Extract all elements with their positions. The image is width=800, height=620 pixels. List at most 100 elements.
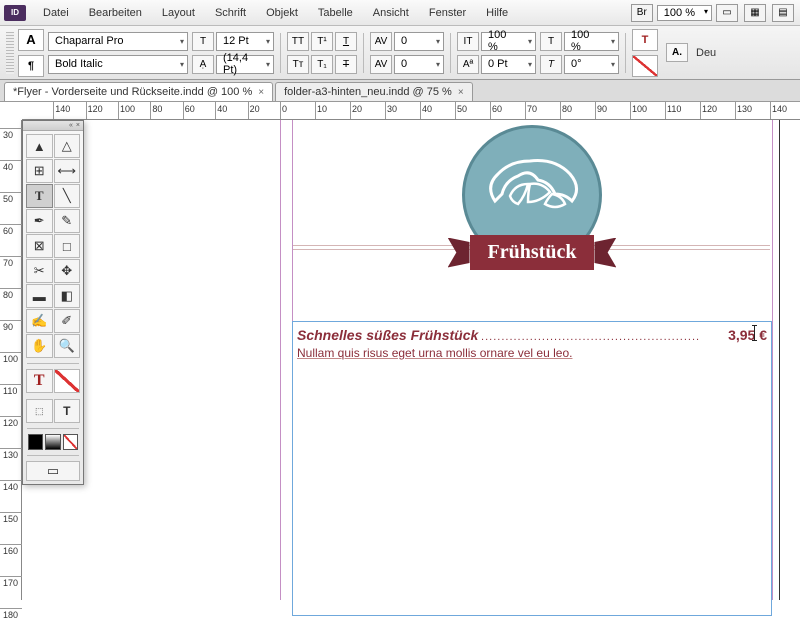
- indesign-logo-icon: ID: [4, 5, 26, 21]
- kerning-icon: AV: [370, 32, 392, 51]
- font-family-select[interactable]: Chaparral Pro: [48, 32, 188, 51]
- document-tabs: *Flyer - Vorderseite und Rückseite.indd …: [0, 80, 800, 102]
- workspace: 1401201008060402001020304050607080901001…: [0, 102, 800, 600]
- page-tool[interactable]: ⊞: [26, 159, 53, 183]
- horizontal-ruler[interactable]: 1401201008060402001020304050607080901001…: [22, 102, 800, 120]
- view-mode-icon[interactable]: ▭: [716, 4, 738, 22]
- menu-objekt[interactable]: Objekt: [257, 3, 307, 23]
- note-tool[interactable]: ✍: [26, 309, 53, 333]
- formatting-text-button[interactable]: T: [54, 399, 81, 423]
- language-label: Deu: [696, 47, 716, 59]
- bridge-icon[interactable]: Br: [631, 4, 653, 22]
- underline-button[interactable]: T: [335, 32, 357, 51]
- leading-select[interactable]: (14,4 Pt): [216, 55, 274, 74]
- menu-schrift[interactable]: Schrift: [206, 3, 255, 23]
- kerning-select[interactable]: 0: [394, 32, 444, 51]
- arrange-docs-icon[interactable]: ▤: [772, 4, 794, 22]
- rectangle-frame-tool[interactable]: ⊠: [26, 234, 53, 258]
- gap-tool[interactable]: ⟷: [54, 159, 81, 183]
- tracking-icon: AV: [370, 55, 392, 74]
- text-caret-icon: [754, 325, 755, 341]
- badge-graphic[interactable]: Frühstück: [447, 125, 617, 270]
- free-transform-tool[interactable]: ✥: [54, 259, 81, 283]
- allcaps-button[interactable]: TT: [287, 32, 309, 51]
- menu-item-title: Schnelles süßes Frühstück: [297, 327, 478, 343]
- fill-color-swatch[interactable]: T: [632, 29, 658, 51]
- text-frame[interactable]: [292, 321, 772, 616]
- zoom-level-select[interactable]: 100 %: [657, 5, 712, 21]
- menu-datei[interactable]: Datei: [34, 3, 78, 23]
- smallcaps-button[interactable]: Tᴛ: [287, 55, 309, 74]
- control-grip-icon: [6, 32, 14, 74]
- menu-dots: ........................................…: [481, 331, 700, 343]
- menu-tabelle[interactable]: Tabelle: [309, 3, 362, 23]
- apply-none-button[interactable]: [63, 434, 78, 450]
- vertical-ruler[interactable]: 3040506070809010011012013014015016017018…: [0, 120, 22, 600]
- fill-swatch[interactable]: T: [26, 369, 53, 393]
- color-apply-row: [23, 431, 83, 453]
- menu-item-desc: Nullam quis risus eget urna mollis ornar…: [297, 346, 572, 360]
- formatting-container-button[interactable]: ⬚: [26, 399, 53, 423]
- baseline-select[interactable]: 0 Pt: [481, 55, 536, 74]
- selection-tool[interactable]: ▲: [26, 134, 53, 158]
- hscale-select[interactable]: 100 %: [564, 32, 619, 51]
- pencil-tool[interactable]: ✎: [54, 209, 81, 233]
- view-mode-button[interactable]: ▭: [26, 461, 80, 481]
- collapse-icon[interactable]: «: [69, 122, 73, 129]
- zoom-tool[interactable]: 🔍: [54, 334, 81, 358]
- font-style-select[interactable]: Bold Italic: [48, 55, 188, 74]
- column-guide: [280, 120, 281, 600]
- margin-guide-right: [772, 120, 773, 600]
- menu-layout[interactable]: Layout: [153, 3, 204, 23]
- close-icon[interactable]: ×: [76, 122, 80, 129]
- skew-select[interactable]: 0°: [564, 55, 619, 74]
- menu-ansicht[interactable]: Ansicht: [364, 3, 418, 23]
- leading-icon: Ạ: [192, 55, 214, 74]
- panel-header[interactable]: «×: [23, 121, 83, 131]
- document-canvas[interactable]: Frühstück Schnelles süßes Frühstück ....…: [22, 120, 800, 600]
- line-tool[interactable]: ╲: [54, 184, 81, 208]
- badge-title: Frühstück: [470, 235, 595, 270]
- strikethrough-button[interactable]: T: [335, 55, 357, 74]
- scissors-tool[interactable]: ✂: [26, 259, 53, 283]
- charstyle-icon[interactable]: A.: [666, 43, 688, 62]
- superscript-button[interactable]: T¹: [311, 32, 333, 51]
- menu-item-desc-line[interactable]: Nullam quis risus eget urna mollis ornar…: [297, 346, 767, 360]
- menu-fenster[interactable]: Fenster: [420, 3, 475, 23]
- skew-icon: T: [540, 55, 562, 74]
- menu-item-price: 3,95 €: [728, 327, 767, 343]
- tracking-select[interactable]: 0: [394, 55, 444, 74]
- screen-mode-icon[interactable]: ▦: [744, 4, 766, 22]
- menu-bearbeiten[interactable]: Bearbeiten: [80, 3, 151, 23]
- font-size-icon: T: [192, 32, 214, 51]
- baseline-icon: Aª: [457, 55, 479, 74]
- stroke-color-swatch[interactable]: [632, 55, 658, 77]
- hand-tool[interactable]: ✋: [26, 334, 53, 358]
- gradient-swatch-tool[interactable]: ▬: [26, 284, 53, 308]
- gradient-feather-tool[interactable]: ◧: [54, 284, 81, 308]
- menu-hilfe[interactable]: Hilfe: [477, 3, 517, 23]
- stroke-swatch[interactable]: [54, 369, 81, 393]
- menu-item-line[interactable]: Schnelles süßes Frühstück ..............…: [297, 327, 767, 343]
- type-tool[interactable]: T: [26, 184, 53, 208]
- vscale-icon: IT: [457, 32, 479, 51]
- character-mode-button[interactable]: A: [18, 29, 44, 51]
- direct-selection-tool[interactable]: △: [54, 134, 81, 158]
- page-edge: [779, 120, 780, 600]
- hscale-icon: T: [540, 32, 562, 51]
- doc-tab-flyer[interactable]: *Flyer - Vorderseite und Rückseite.indd …: [4, 82, 273, 101]
- close-icon[interactable]: ×: [258, 87, 264, 98]
- subscript-button[interactable]: T₁: [311, 55, 333, 74]
- vscale-select[interactable]: 100 %: [481, 32, 536, 51]
- font-size-select[interactable]: 12 Pt: [216, 32, 274, 51]
- tools-panel[interactable]: «× ▲ △ ⊞ ⟷ T ╲ ✒ ✎ ⊠ □ ✂ ✥ ▬ ◧ ✍ ✐ ✋ 🔍 T…: [22, 120, 84, 485]
- apply-gradient-button[interactable]: [45, 434, 60, 450]
- doc-tab-folder[interactable]: folder-a3-hinten_neu.indd @ 75 %×: [275, 82, 473, 101]
- paragraph-mode-button[interactable]: ¶: [18, 55, 44, 77]
- apply-color-button[interactable]: [28, 434, 43, 450]
- pen-tool[interactable]: ✒: [26, 209, 53, 233]
- eyedropper-tool[interactable]: ✐: [54, 309, 81, 333]
- close-icon[interactable]: ×: [458, 87, 464, 98]
- rectangle-tool[interactable]: □: [54, 234, 81, 258]
- control-bar: A ¶ Chaparral Pro Bold Italic T 12 Pt Ạ …: [0, 26, 800, 80]
